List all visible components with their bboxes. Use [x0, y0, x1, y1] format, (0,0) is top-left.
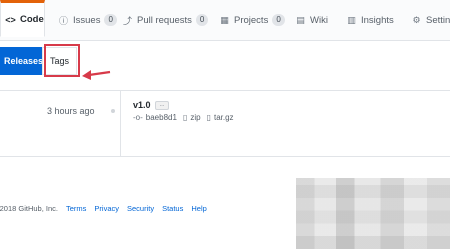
footer: © 2018 GitHub, Inc. Terms Privacy Securi… [0, 204, 215, 213]
issue-icon: ⓘ [58, 15, 68, 26]
tab-wiki-label: Wiki [310, 14, 328, 26]
footer-copyright: © 2018 GitHub, Inc. [0, 204, 58, 213]
tag-timestamp: 3 hours ago [47, 106, 95, 116]
footer-link-security[interactable]: Security [127, 204, 154, 213]
annotation-arrow-icon [82, 70, 111, 80]
footer-link-privacy[interactable]: Privacy [94, 204, 119, 213]
tab-wiki[interactable]: ▤ Wiki [295, 0, 328, 40]
tab-issues-label: Issues [73, 14, 101, 26]
tag-name-link[interactable]: v1.0 [133, 100, 151, 110]
tag-badge[interactable]: … [155, 101, 169, 110]
tab-insights-label: Insights [361, 14, 394, 26]
code-icon: <> [5, 14, 16, 25]
zip-link[interactable]: zip [190, 113, 200, 122]
file-zip-icon: ▯ [182, 113, 188, 122]
projects-count: 0 [272, 14, 285, 26]
footer-link-terms[interactable]: Terms [66, 204, 86, 213]
divider [0, 90, 450, 91]
pull-requests-count: 0 [195, 14, 209, 26]
targz-link[interactable]: tar.gz [214, 113, 234, 122]
wiki-icon: ▤ [296, 14, 305, 25]
footer-link-help[interactable]: Help [191, 204, 206, 213]
pull-request-icon: ⤴ [122, 15, 132, 26]
project-icon: ▦ [220, 14, 229, 25]
gear-icon: ⚙ [412, 14, 421, 25]
blurred-region [296, 178, 450, 249]
tab-pull-requests-label: Pull requests [137, 14, 192, 26]
commit-link[interactable]: baeb8d1 [146, 113, 177, 122]
tags-highlight-box [44, 44, 80, 77]
tab-settings[interactable]: ⚙ Settings [411, 0, 450, 40]
graph-icon: ▥ [347, 14, 356, 25]
file-targz-icon: ▯ [206, 113, 211, 122]
tab-pull-requests[interactable]: ⤴ Pull requests 0 [122, 0, 209, 40]
timeline-dot [111, 109, 115, 113]
tab-projects-label: Projects [234, 14, 269, 26]
tab-settings-label: Settings [426, 14, 450, 26]
tab-issues[interactable]: ⓘ Issues 0 [58, 0, 117, 40]
tab-insights[interactable]: ▥ Insights [346, 0, 394, 40]
tab-projects[interactable]: ▦ Projects 0 [219, 0, 285, 40]
divider [0, 156, 450, 157]
commit-icon: -o- [133, 113, 143, 122]
footer-link-status[interactable]: Status [162, 204, 183, 213]
timeline-divider [120, 90, 121, 156]
issues-count: 0 [104, 14, 117, 26]
tag-meta: -o- baeb8d1 ▯ zip ▯ tar.gz [133, 113, 234, 122]
releases-button[interactable]: Releases [0, 47, 43, 75]
tab-code-label: Code [20, 14, 44, 25]
repo-nav: <> Code ⓘ Issues 0 ⤴ Pull requests 0 ▦ P… [0, 0, 450, 41]
tab-code[interactable]: <> Code [0, 0, 45, 37]
